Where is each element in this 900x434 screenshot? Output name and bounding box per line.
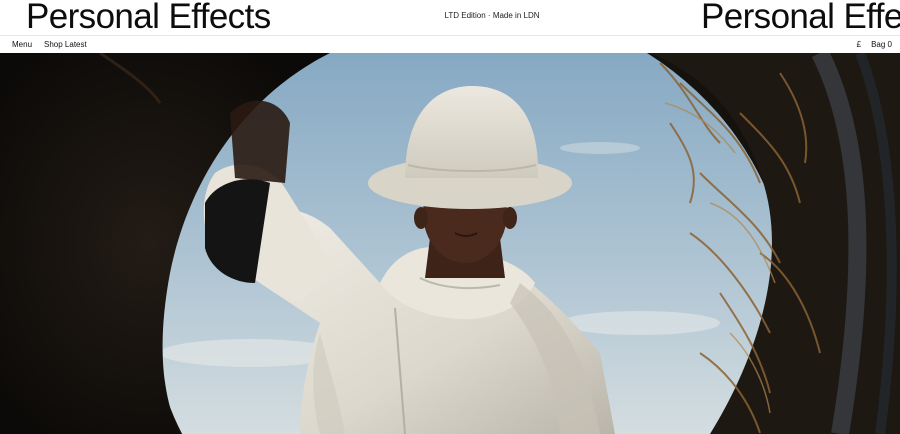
menu-button[interactable]: Menu <box>12 40 32 49</box>
shop-latest-link[interactable]: Shop Latest <box>44 40 87 49</box>
nav-bar: Menu Shop Latest £ Bag 0 <box>0 35 900 53</box>
brand-logo-repeat: Personal Effects <box>701 0 900 35</box>
bag-button[interactable]: Bag 0 <box>871 40 892 49</box>
page: Personal Effects LTD Edition · Made in L… <box>0 0 900 434</box>
nav-right-group: £ Bag 0 <box>857 40 892 49</box>
nav-left-group: Menu Shop Latest <box>12 40 87 49</box>
hero-photo <box>0 53 900 434</box>
currency-selector[interactable]: £ <box>857 40 861 49</box>
brand-header: Personal Effects LTD Edition · Made in L… <box>0 0 900 35</box>
hero-image <box>0 53 900 434</box>
